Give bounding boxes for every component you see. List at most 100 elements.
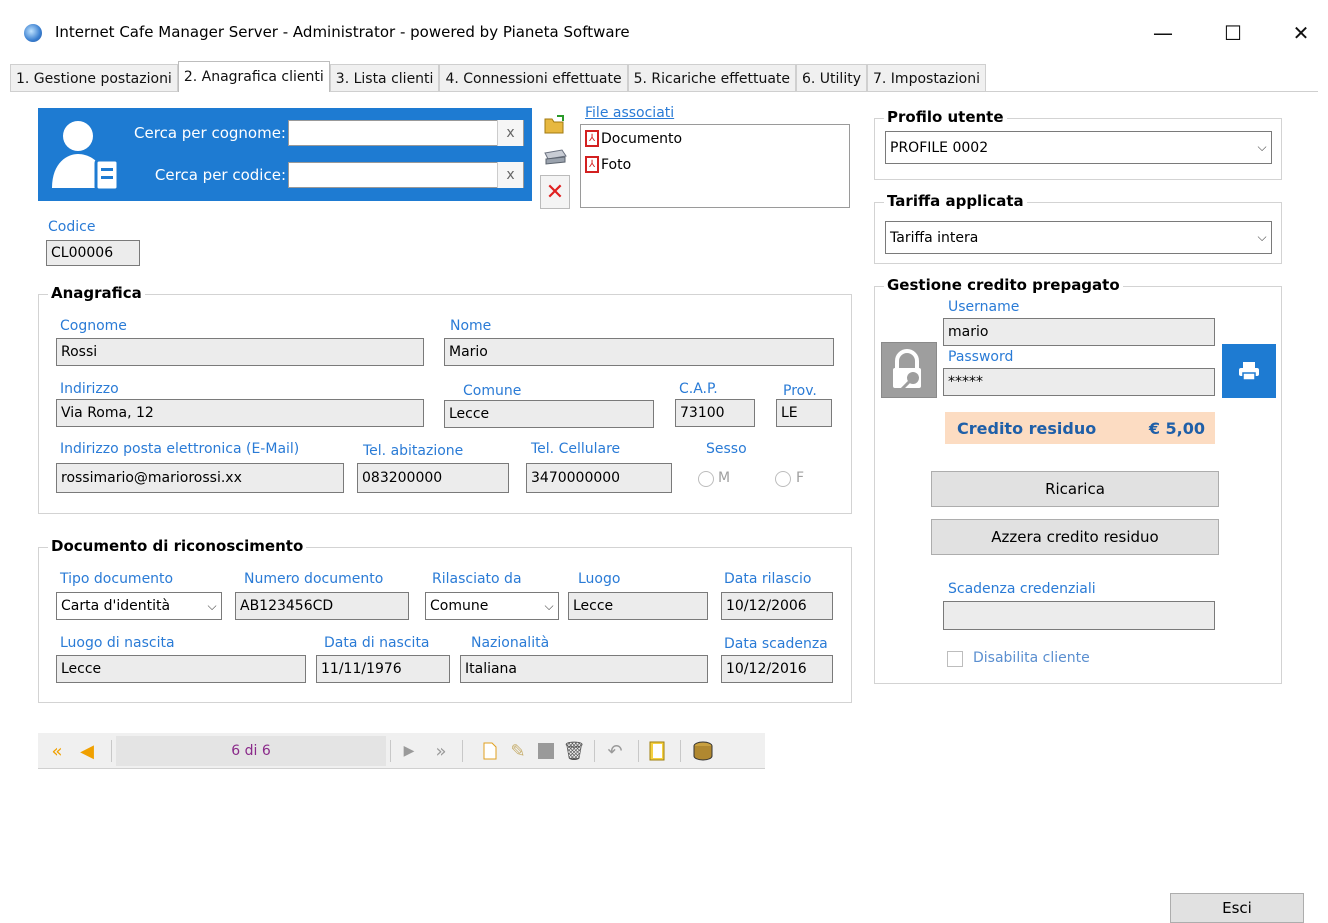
indirizzo-field[interactable]: Via Roma, 12: [56, 399, 424, 427]
files-list[interactable]: ⅄ Documento ⅄ Foto: [580, 124, 850, 208]
tab-ricariche-effettuate[interactable]: 5. Ricariche effettuate: [627, 64, 796, 92]
clear-code-button[interactable]: x: [497, 162, 523, 188]
tariffa-value: Tariffa intera: [890, 229, 979, 246]
sesso-m-radio[interactable]: [698, 471, 714, 487]
new-document-icon: [483, 742, 497, 760]
numero-documento-field[interactable]: AB123456CD: [235, 592, 409, 620]
bookmark-button[interactable]: [644, 733, 670, 769]
email-field[interactable]: rossimario@mariorossi.xx: [56, 463, 344, 493]
export-button[interactable]: [688, 733, 718, 769]
ricarica-button[interactable]: Ricarica: [931, 471, 1219, 507]
prev-record-button[interactable]: ◀: [72, 733, 102, 769]
tel-abitazione-label: Tel. abitazione: [363, 443, 464, 459]
file-item-documento[interactable]: ⅄ Documento: [585, 130, 682, 147]
close-button[interactable]: ✕: [1278, 14, 1324, 52]
tab-utility[interactable]: 6. Utility: [796, 64, 867, 92]
tipo-documento-label: Tipo documento: [60, 571, 174, 587]
triangle-right-icon: ▶: [403, 743, 415, 759]
separator: [594, 740, 595, 762]
clear-surname-button[interactable]: x: [497, 120, 523, 146]
comune-label: Comune: [463, 383, 522, 399]
azzera-credito-button[interactable]: Azzera credito residuo: [931, 519, 1219, 555]
tel-cellulare-field[interactable]: 3470000000: [526, 463, 672, 493]
comune-field[interactable]: Lecce: [444, 400, 654, 428]
search-code-label: Cerca per codice:: [154, 166, 286, 184]
file-item-foto[interactable]: ⅄ Foto: [585, 156, 631, 173]
lock-key-icon: [893, 349, 921, 392]
pdf-icon: ⅄: [585, 156, 599, 173]
profilo-value: PROFILE 0002: [890, 139, 989, 156]
credentials-button[interactable]: [881, 342, 937, 398]
tel-abitazione-field[interactable]: 083200000: [357, 463, 509, 493]
user-card-icon: [52, 121, 120, 192]
luogo-field[interactable]: Lecce: [568, 592, 708, 620]
username-label: Username: [948, 299, 1020, 315]
nome-label: Nome: [450, 318, 492, 334]
tab-lista-clienti[interactable]: 3. Lista clienti: [329, 64, 440, 92]
maximize-button[interactable]: ☐: [1210, 14, 1256, 52]
sesso-f-radio[interactable]: [775, 471, 791, 487]
edit-record-button[interactable]: ✎: [506, 733, 530, 769]
password-field[interactable]: *****: [943, 368, 1215, 396]
data-nascita-label: Data di nascita: [324, 635, 430, 651]
delete-record-button[interactable]: 🗑: [562, 733, 586, 769]
indirizzo-label: Indirizzo: [60, 381, 119, 397]
tel-cellulare-label: Tel. Cellulare: [531, 441, 621, 457]
data-scadenza-label: Data scadenza: [724, 636, 828, 652]
scadenza-field[interactable]: [943, 601, 1215, 630]
search-code-input[interactable]: x: [288, 162, 524, 188]
undo-button[interactable]: ↶: [603, 733, 627, 769]
scan-button[interactable]: [540, 142, 570, 172]
chevron-down-icon: ⌵: [1257, 230, 1267, 244]
tab-anagrafica-clienti[interactable]: 2. Anagrafica clienti: [177, 61, 330, 92]
minimize-button[interactable]: —: [1140, 14, 1186, 52]
double-chevron-left-icon: «: [51, 740, 63, 762]
cap-field[interactable]: 73100: [675, 399, 755, 427]
chevron-down-icon: ⌵: [544, 598, 554, 613]
esci-button[interactable]: Esci: [1170, 893, 1304, 923]
first-record-button[interactable]: «: [42, 733, 72, 769]
tipo-documento-select[interactable]: Carta d'identità ⌵: [56, 592, 222, 620]
delete-file-button[interactable]: ✕: [540, 175, 570, 209]
rilasciato-value: Comune: [430, 598, 489, 614]
tab-gestione-postazioni[interactable]: 1. Gestione postazioni: [10, 64, 178, 92]
rilasciato-select[interactable]: Comune ⌵: [425, 592, 559, 620]
luogo-label: Luogo: [578, 571, 621, 587]
tipo-documento-value: Carta d'identità: [61, 598, 171, 614]
disabilita-checkbox[interactable]: [947, 651, 963, 667]
documento-title: Documento di riconoscimento: [48, 537, 307, 555]
cognome-label: Cognome: [60, 318, 127, 334]
files-label: File associati: [585, 105, 675, 121]
save-record-button[interactable]: [534, 733, 558, 769]
data-scadenza-field[interactable]: 10/12/2016: [721, 655, 833, 683]
data-rilascio-field[interactable]: 10/12/2006: [721, 592, 833, 620]
next-record-button[interactable]: ▶: [394, 733, 424, 769]
database-export-icon: [693, 741, 713, 761]
search-surname-input[interactable]: x: [288, 120, 524, 146]
tariffa-select[interactable]: Tariffa intera ⌵: [885, 221, 1272, 254]
separator: [680, 740, 681, 762]
codice-field[interactable]: CL00006: [46, 240, 140, 266]
rilasciato-label: Rilasciato da: [432, 571, 522, 587]
profilo-select[interactable]: PROFILE 0002 ⌵: [885, 131, 1272, 164]
nome-field[interactable]: Mario: [444, 338, 834, 366]
prov-field[interactable]: LE: [776, 399, 832, 427]
username-field[interactable]: mario: [943, 318, 1215, 346]
luogo-nascita-field[interactable]: Lecce: [56, 655, 306, 683]
file-name: Documento: [601, 130, 683, 147]
cognome-field[interactable]: Rossi: [56, 338, 424, 366]
tab-impostazioni[interactable]: 7. Impostazioni: [867, 64, 986, 92]
nazionalita-field[interactable]: Italiana: [460, 655, 708, 683]
anagrafica-title: Anagrafica: [48, 284, 145, 302]
undo-icon: ↶: [607, 740, 623, 762]
app-icon: [24, 24, 42, 42]
open-folder-button[interactable]: [540, 110, 570, 140]
new-record-button[interactable]: [478, 733, 502, 769]
last-record-button[interactable]: »: [426, 733, 456, 769]
print-button[interactable]: [1222, 344, 1276, 398]
pencil-icon: ✎: [510, 740, 526, 762]
tab-connessioni-effettuate[interactable]: 4. Connessioni effettuate: [439, 64, 628, 92]
data-nascita-field[interactable]: 11/11/1976: [316, 655, 450, 683]
sesso-m-label: M: [718, 470, 731, 486]
credito-title: Gestione credito prepagato: [884, 276, 1123, 294]
